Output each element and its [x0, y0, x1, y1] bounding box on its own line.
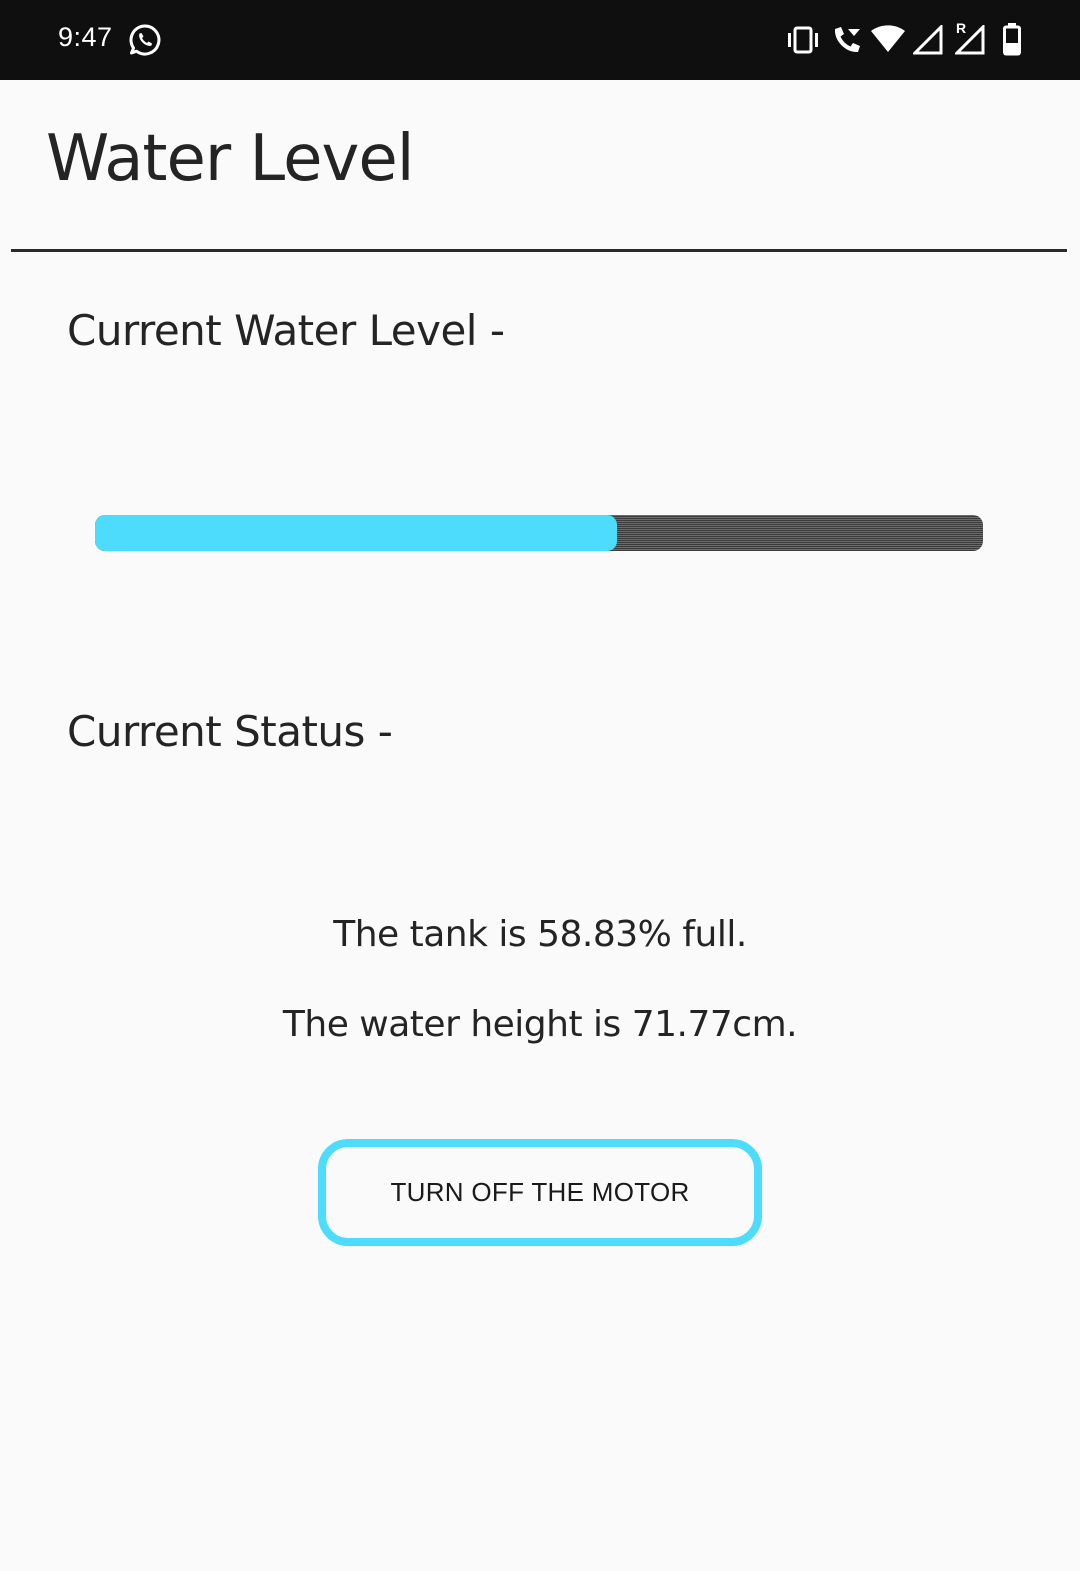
whatsapp-icon [129, 24, 161, 56]
water-height-text: The water height is 71.77cm. [282, 1004, 798, 1045]
signal-roaming-icon [955, 25, 985, 55]
water-level-progress-fill [95, 515, 618, 551]
status-time: 9:47 [58, 22, 113, 52]
tank-percent-text: The tank is 58.83% full. [333, 914, 747, 955]
turn-off-motor-button[interactable]: TURN OFF THE MOTOR [318, 1139, 762, 1246]
water-level-label: Current Water Level - [67, 306, 505, 355]
status-bar: 9:47 R [0, 0, 1080, 80]
status-label: Current Status - [67, 707, 393, 756]
page-title: Water Level [46, 122, 414, 196]
vibrate-icon [788, 26, 818, 54]
battery-icon [1003, 23, 1021, 56]
wifi-icon [871, 25, 905, 52]
wifi-calling-icon [834, 27, 860, 53]
signal-icon [913, 25, 943, 55]
header-divider [11, 249, 1067, 252]
water-level-progress-bar [95, 515, 983, 551]
